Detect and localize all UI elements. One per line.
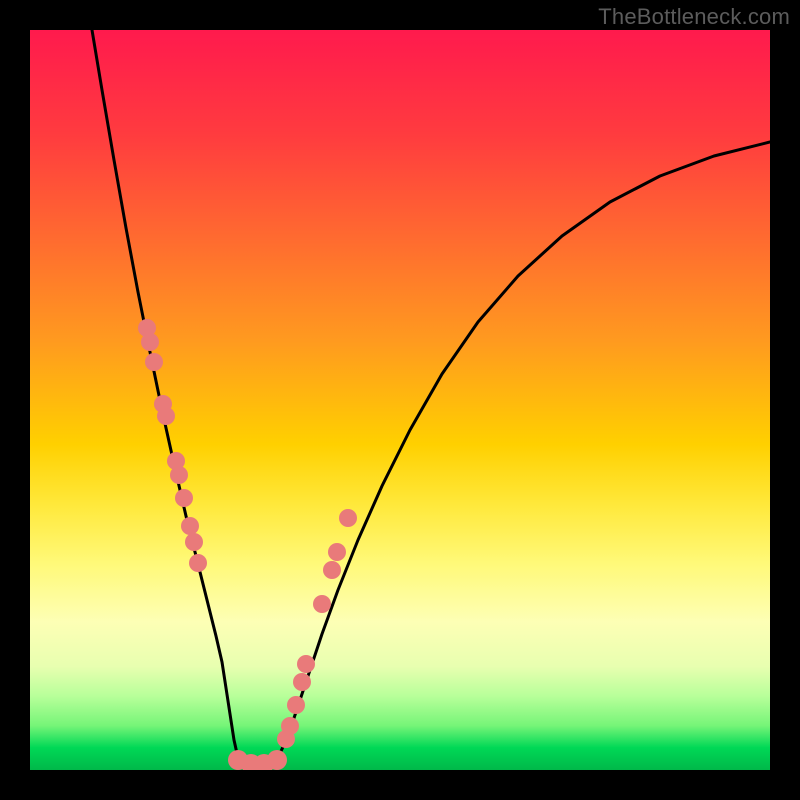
marker-right-markers xyxy=(313,595,331,613)
marker-left-markers xyxy=(181,517,199,535)
marker-right-markers xyxy=(297,655,315,673)
marker-left-markers xyxy=(145,353,163,371)
curve-series-group xyxy=(92,30,770,767)
marker-right-markers xyxy=(281,717,299,735)
marker-left-markers xyxy=(154,395,172,413)
marker-right-markers xyxy=(293,673,311,691)
marker-left-markers xyxy=(185,533,203,551)
outer-frame: TheBottleneck.com xyxy=(0,0,800,800)
plot-area xyxy=(30,30,770,770)
marker-left-markers xyxy=(167,452,185,470)
series-left-branch xyxy=(92,30,238,758)
marker-right-markers xyxy=(328,543,346,561)
marker-group xyxy=(138,319,357,770)
chart-svg xyxy=(30,30,770,770)
marker-right-markers xyxy=(287,696,305,714)
marker-left-markers xyxy=(189,554,207,572)
watermark-text: TheBottleneck.com xyxy=(598,4,790,30)
marker-left-markers xyxy=(175,489,193,507)
marker-right-markers xyxy=(339,509,357,527)
marker-left-markers xyxy=(138,319,156,337)
series-right-branch xyxy=(278,142,770,758)
marker-bottom-markers xyxy=(267,750,287,770)
marker-right-markers xyxy=(323,561,341,579)
